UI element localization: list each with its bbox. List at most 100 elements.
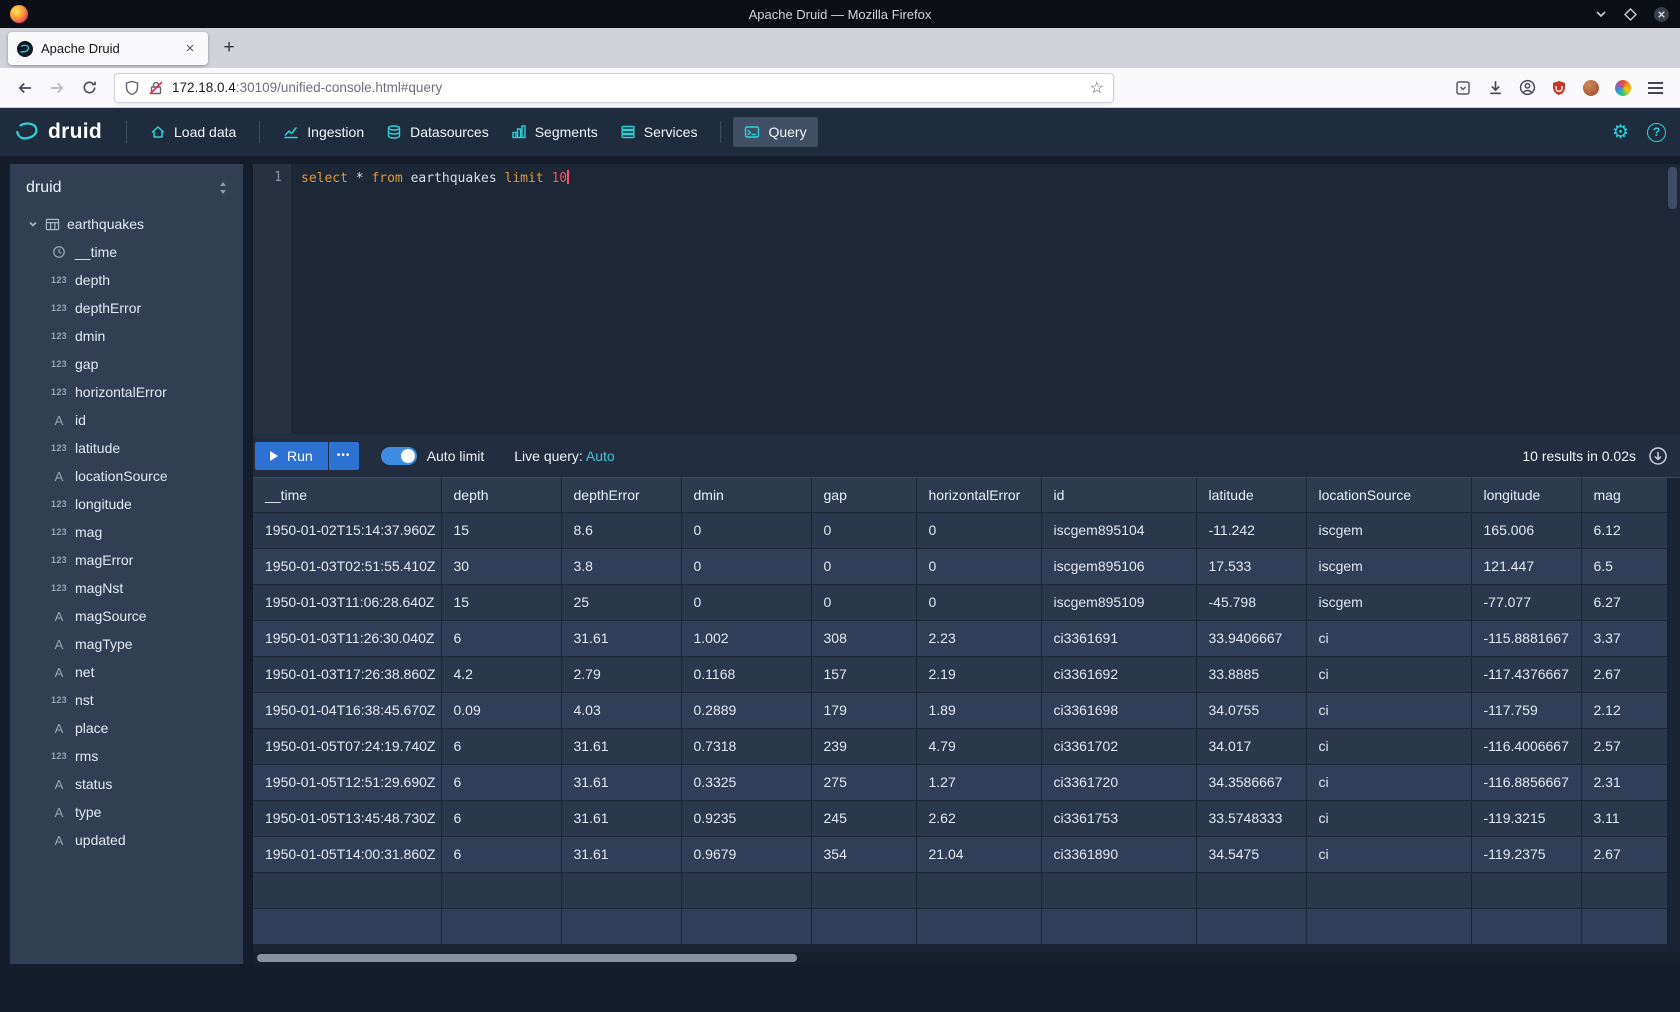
table-cell[interactable]: 0.09 <box>441 692 561 728</box>
table-cell[interactable]: 1.27 <box>916 764 1041 800</box>
sidebar-column-depth[interactable]: 123depth <box>10 266 243 294</box>
forward-button[interactable] <box>42 73 72 103</box>
table-cell[interactable]: 165.006 <box>1471 512 1581 548</box>
table-cell[interactable]: 34.3586667 <box>1196 764 1306 800</box>
sidebar-column-depthError[interactable]: 123depthError <box>10 294 243 322</box>
table-cell[interactable]: 2.67 <box>1581 836 1680 872</box>
sidebar-column-magType[interactable]: AmagType <box>10 630 243 658</box>
column-header-dmin[interactable]: dmin <box>681 478 811 512</box>
table-cell[interactable]: 1950-01-05T14:00:31.860Z <box>253 836 441 872</box>
sidebar-column-horizontalError[interactable]: 123horizontalError <box>10 378 243 406</box>
table-cell[interactable]: 2.12 <box>1581 692 1680 728</box>
insecure-lock-icon[interactable] <box>148 80 164 96</box>
table-cell[interactable]: 0.1168 <box>681 656 811 692</box>
reload-button[interactable] <box>74 73 104 103</box>
table-cell[interactable]: iscgem <box>1306 584 1471 620</box>
sidebar-table-earthquakes[interactable]: earthquakes <box>10 210 243 238</box>
table-cell[interactable]: 6.5 <box>1581 548 1680 584</box>
nav-item-ingestion[interactable]: Ingestion <box>272 117 375 147</box>
table-cell[interactable]: ci3361692 <box>1041 656 1196 692</box>
extension-pinwheel-icon[interactable] <box>1608 73 1638 103</box>
table-cell[interactable]: 0.9679 <box>681 836 811 872</box>
table-cell[interactable]: 31.61 <box>561 764 681 800</box>
table-cell[interactable]: 354 <box>811 836 916 872</box>
table-cell[interactable]: 6.12 <box>1581 512 1680 548</box>
run-more-button[interactable]: ••• <box>329 442 359 470</box>
table-cell[interactable]: 33.8885 <box>1196 656 1306 692</box>
table-cell[interactable]: 1950-01-03T11:06:28.640Z <box>253 584 441 620</box>
table-cell[interactable]: 3.11 <box>1581 800 1680 836</box>
tracking-protection-shield-icon[interactable] <box>124 80 140 96</box>
nav-item-services[interactable]: Services <box>609 117 709 147</box>
table-cell[interactable]: ci <box>1306 800 1471 836</box>
table-cell[interactable]: 1950-01-05T07:24:19.740Z <box>253 728 441 764</box>
horizontal-scrollbar-thumb[interactable] <box>257 954 797 962</box>
gear-icon[interactable]: ⚙ <box>1612 123 1629 142</box>
table-cell[interactable]: 0.3325 <box>681 764 811 800</box>
table-cell[interactable]: ci <box>1306 728 1471 764</box>
table-cell[interactable]: 15 <box>441 584 561 620</box>
table-cell[interactable]: 1950-01-03T17:26:38.860Z <box>253 656 441 692</box>
sidebar-column-magError[interactable]: 123magError <box>10 546 243 574</box>
table-cell[interactable]: 31.61 <box>561 728 681 764</box>
schema-selector[interactable]: druid <box>10 164 243 210</box>
window-maximize-button[interactable] <box>1624 8 1637 21</box>
table-cell[interactable]: ci <box>1306 656 1471 692</box>
table-cell[interactable]: 1950-01-02T15:14:37.960Z <box>253 512 441 548</box>
table-cell[interactable]: 3.37 <box>1581 620 1680 656</box>
table-cell[interactable]: 2.19 <box>916 656 1041 692</box>
table-cell[interactable]: 31.61 <box>561 620 681 656</box>
table-cell[interactable]: 33.9406667 <box>1196 620 1306 656</box>
table-cell[interactable]: 4.79 <box>916 728 1041 764</box>
table-cell[interactable]: 2.62 <box>916 800 1041 836</box>
extension-icon-1[interactable] <box>1448 73 1478 103</box>
column-header-id[interactable]: id <box>1041 478 1196 512</box>
table-cell[interactable]: 179 <box>811 692 916 728</box>
table-cell[interactable]: 0 <box>916 548 1041 584</box>
sidebar-column-locationSource[interactable]: AlocationSource <box>10 462 243 490</box>
table-cell[interactable]: 34.0755 <box>1196 692 1306 728</box>
back-button[interactable] <box>10 73 40 103</box>
table-cell[interactable]: 121.447 <box>1471 548 1581 584</box>
table-cell[interactable]: 1.89 <box>916 692 1041 728</box>
table-cell[interactable]: 245 <box>811 800 916 836</box>
table-cell[interactable]: 4.2 <box>441 656 561 692</box>
table-cell[interactable]: ci <box>1306 692 1471 728</box>
table-cell[interactable]: 2.31 <box>1581 764 1680 800</box>
table-cell[interactable]: 1950-01-05T13:45:48.730Z <box>253 800 441 836</box>
sql-line[interactable]: select * from earthquakes limit 10 <box>291 164 1680 434</box>
sidebar-column-nst[interactable]: 123nst <box>10 686 243 714</box>
ublock-extension-icon[interactable] <box>1544 73 1574 103</box>
table-cell[interactable]: 1950-01-03T02:51:55.410Z <box>253 548 441 584</box>
url-text[interactable]: 172.18.0.4:30109/unified-console.html#qu… <box>172 80 1082 95</box>
table-cell[interactable]: 17.533 <box>1196 548 1306 584</box>
table-cell[interactable]: 0.2889 <box>681 692 811 728</box>
sidebar-column-latitude[interactable]: 123latitude <box>10 434 243 462</box>
table-cell[interactable]: 25 <box>561 584 681 620</box>
table-cell[interactable]: 31.61 <box>561 800 681 836</box>
table-cell[interactable]: 34.017 <box>1196 728 1306 764</box>
table-cell[interactable]: 6.27 <box>1581 584 1680 620</box>
column-header-gap[interactable]: gap <box>811 478 916 512</box>
table-cell[interactable]: -77.077 <box>1471 584 1581 620</box>
sidebar-column-__time[interactable]: __time <box>10 238 243 266</box>
table-cell[interactable]: 30 <box>441 548 561 584</box>
druid-brand[interactable]: druid <box>14 119 102 145</box>
table-cell[interactable]: 0.9235 <box>681 800 811 836</box>
url-bar[interactable]: 172.18.0.4:30109/unified-console.html#qu… <box>114 73 1114 103</box>
table-cell[interactable]: 2.67 <box>1581 656 1680 692</box>
sidebar-column-status[interactable]: Astatus <box>10 770 243 798</box>
auto-limit-toggle[interactable] <box>381 447 417 465</box>
table-cell[interactable]: iscgem895109 <box>1041 584 1196 620</box>
table-cell[interactable]: -119.3215 <box>1471 800 1581 836</box>
table-cell[interactable]: 2.23 <box>916 620 1041 656</box>
download-results-icon[interactable] <box>1648 446 1668 466</box>
window-minimize-button[interactable] <box>1594 7 1608 21</box>
window-close-button[interactable] <box>1653 6 1670 23</box>
table-cell[interactable]: 0 <box>811 548 916 584</box>
table-cell[interactable]: 0 <box>681 584 811 620</box>
sidebar-column-updated[interactable]: Aupdated <box>10 826 243 854</box>
table-cell[interactable]: 6 <box>441 728 561 764</box>
table-cell[interactable]: 157 <box>811 656 916 692</box>
table-cell[interactable]: 31.61 <box>561 836 681 872</box>
